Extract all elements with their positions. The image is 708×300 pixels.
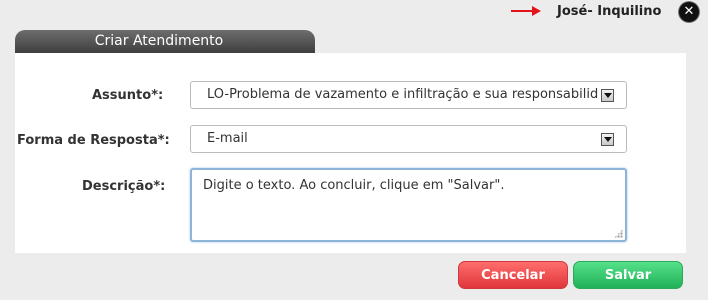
cancel-button[interactable]: Cancelar [458,261,568,289]
resize-grip-icon[interactable] [614,229,623,238]
chevron-down-icon[interactable] [601,133,614,146]
description-textarea[interactable]: Digite o texto. Ao concluir, clique em "… [190,168,627,242]
panel-header: Criar Atendimento [15,30,315,53]
create-attendance-form: Assunto*: LO-Problema de vazamento e inf… [15,53,686,253]
response-form-label: Forma de Resposta*: [17,133,170,148]
close-icon[interactable]: ✕ [679,2,699,22]
save-button[interactable]: Salvar [573,261,683,289]
user-header: José- Inquilino ✕ [0,0,708,24]
red-arrow-icon [511,6,541,16]
description-placeholder: Digite o texto. Ao concluir, clique em "… [203,178,505,193]
response-form-select[interactable]: E-mail [190,125,627,153]
subject-select[interactable]: LO-Problema de vazamento e infiltração e… [190,81,627,109]
user-name: José- Inquilino [557,4,662,19]
subject-label: Assunto*: [92,88,164,103]
chevron-down-icon[interactable] [601,89,614,102]
response-form-select-value: E-mail [207,131,248,146]
subject-select-value: LO-Problema de vazamento e infiltração e… [207,87,598,102]
description-label: Descrição*: [82,179,166,194]
panel-title: Criar Atendimento [94,33,224,49]
